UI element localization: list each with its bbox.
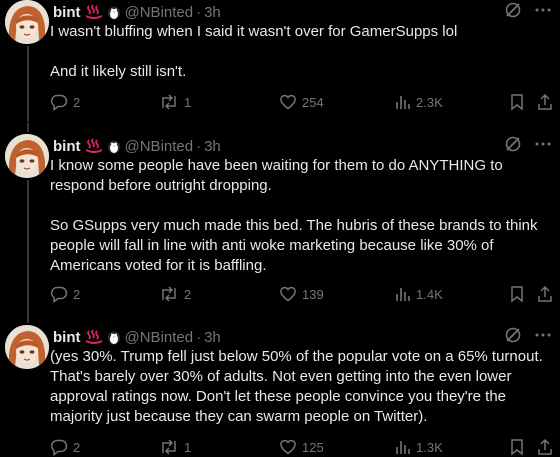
timestamp[interactable]: 3h [204, 138, 221, 155]
penguin-icon [107, 4, 121, 20]
repost-button[interactable]: 1 [159, 437, 191, 457]
thread-connector-line [27, 123, 29, 132]
tweet-paragraph: So GSupps very much made this bed. The h… [50, 217, 538, 274]
display-name[interactable]: bint [53, 4, 81, 21]
thread-connector-line [27, 180, 29, 316]
share-button[interactable] [537, 284, 553, 304]
bookmark-button[interactable] [509, 284, 525, 304]
like-button[interactable]: 125 [279, 437, 324, 457]
more-icon[interactable] [534, 135, 552, 153]
like-button[interactable]: 254 [279, 92, 324, 112]
bookmark-button[interactable] [509, 92, 525, 112]
reply-button[interactable]: 2 [50, 92, 80, 112]
reply-count: 2 [73, 286, 81, 302]
hot-springs-icon [85, 138, 103, 154]
tweet-actions: 2 1 254 2.3K [50, 92, 555, 112]
like-count: 139 [302, 286, 324, 302]
timestamp[interactable]: 3h [204, 329, 221, 346]
share-button[interactable] [537, 437, 553, 457]
tweet[interactable]: bint @NBinted · 3h I know some people ha… [0, 123, 560, 316]
tweet-text: (yes 30%. Trump fell just below 50% of t… [50, 347, 555, 427]
tweet-paragraph: I wasn't bluffing when I said it wasn't … [50, 23, 458, 40]
reply-icon [50, 93, 68, 111]
user-handle[interactable]: @NBinted [125, 4, 194, 21]
avatar[interactable] [5, 325, 49, 369]
reply-count: 2 [73, 94, 81, 110]
grok-icon[interactable] [504, 326, 522, 344]
share-icon [537, 285, 553, 303]
reply-icon [50, 285, 68, 303]
bookmark-icon [509, 285, 525, 303]
separator: · [196, 328, 202, 346]
reply-icon [50, 438, 68, 456]
hot-springs-icon [85, 329, 103, 345]
bookmark-button[interactable] [509, 437, 525, 457]
more-icon[interactable] [534, 1, 552, 19]
tweet-text: I know some people have been waiting for… [50, 156, 555, 276]
bookmark-icon [509, 438, 525, 456]
tweet-paragraph: And it likely still isn't. [50, 63, 187, 80]
tweet-actions: 2 2 139 1.4K [50, 284, 555, 304]
like-button[interactable]: 139 [279, 284, 324, 304]
tweet-paragraph: I know some people have been waiting for… [50, 157, 503, 194]
views-count: 2.3K [416, 94, 443, 110]
views-count: 1.3K [416, 439, 443, 455]
grok-icon[interactable] [504, 135, 522, 153]
share-icon [537, 93, 553, 111]
tweet-text: I wasn't bluffing when I said it wasn't … [50, 22, 555, 82]
user-handle[interactable]: @NBinted [125, 138, 194, 155]
tweet[interactable]: bint @NBinted · 3h (yes 30%. Trump fell … [0, 316, 560, 457]
penguin-icon [107, 138, 121, 154]
avatar[interactable] [5, 0, 49, 44]
reply-button[interactable]: 2 [50, 284, 80, 304]
tweet-paragraph: (yes 30%. Trump fell just below 50% of t… [50, 348, 543, 425]
repost-count: 1 [184, 94, 192, 110]
repost-icon [159, 285, 179, 303]
hot-springs-icon [85, 4, 103, 20]
separator: · [196, 3, 202, 21]
repost-icon [159, 93, 179, 111]
views-count: 1.4K [416, 286, 443, 302]
reply-count: 2 [73, 439, 81, 455]
tweet-actions: 2 1 125 1.3K [50, 437, 555, 457]
thread-timeline: bint @NBinted · 3h I wasn't bluffing whe… [0, 0, 560, 457]
bookmark-icon [509, 93, 525, 111]
repost-count: 2 [184, 286, 192, 302]
views-button[interactable]: 2.3K [395, 92, 443, 112]
grok-icon[interactable] [504, 1, 522, 19]
thread-connector-line [27, 316, 29, 323]
user-handle[interactable]: @NBinted [125, 329, 194, 346]
repost-icon [159, 438, 179, 456]
penguin-icon [107, 329, 121, 345]
views-icon [395, 286, 411, 302]
repost-count: 1 [184, 439, 192, 455]
like-count: 125 [302, 439, 324, 455]
like-icon [279, 285, 297, 303]
views-button[interactable]: 1.4K [395, 284, 443, 304]
views-button[interactable]: 1.3K [395, 437, 443, 457]
like-count: 254 [302, 94, 324, 110]
avatar[interactable] [5, 134, 49, 178]
more-icon[interactable] [534, 326, 552, 344]
like-icon [279, 93, 297, 111]
reply-button[interactable]: 2 [50, 437, 80, 457]
display-name[interactable]: bint [53, 329, 81, 346]
share-button[interactable] [537, 92, 553, 112]
timestamp[interactable]: 3h [204, 4, 221, 21]
display-name[interactable]: bint [53, 138, 81, 155]
repost-button[interactable]: 1 [159, 92, 191, 112]
views-icon [395, 94, 411, 110]
tweet[interactable]: bint @NBinted · 3h I wasn't bluffing whe… [0, 0, 560, 125]
thread-connector-line [27, 46, 29, 122]
separator: · [196, 137, 202, 155]
views-icon [395, 439, 411, 455]
like-icon [279, 438, 297, 456]
share-icon [537, 438, 553, 456]
repost-button[interactable]: 2 [159, 284, 191, 304]
